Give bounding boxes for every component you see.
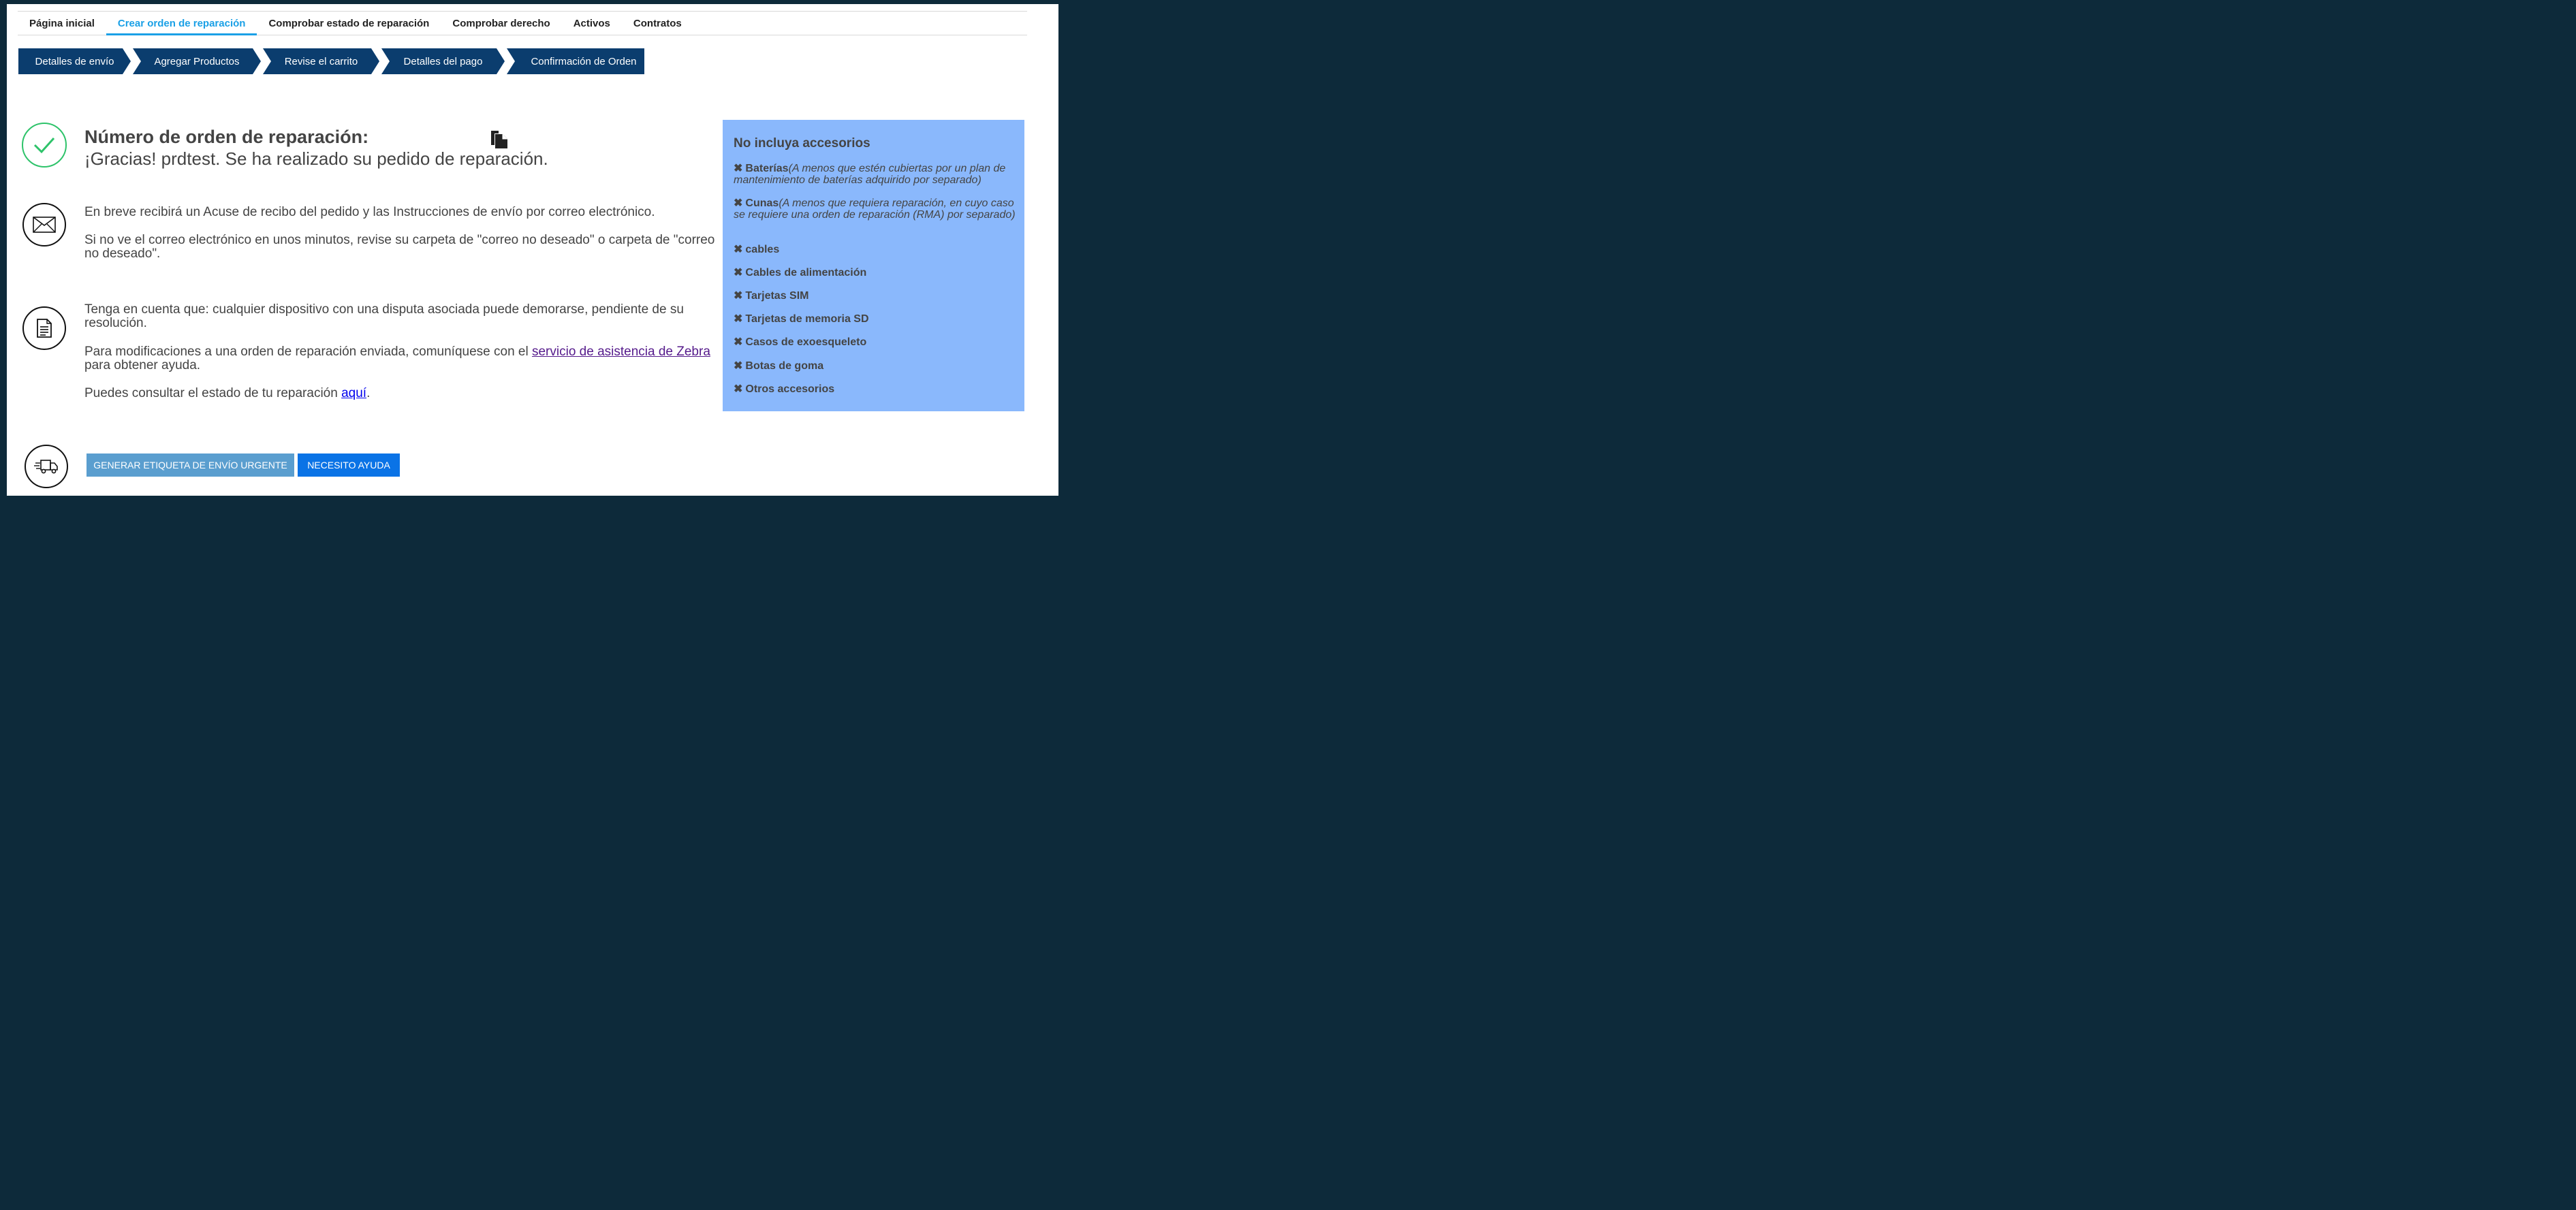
panel-title: No incluya accesorios <box>734 136 870 150</box>
accessory-item: ✖ Tarjetas de memoria SD <box>734 313 1020 325</box>
accessory-label: Cables de alimentación <box>745 267 867 278</box>
modification-note: Para modificaciones a una orden de repar… <box>84 345 711 372</box>
need-help-button[interactable]: NECESITO AYUDA <box>298 453 400 477</box>
status-here-link[interactable]: aquí <box>341 386 366 400</box>
accessory-label: Cunas <box>745 197 779 209</box>
accessories-panel: No incluya accesorios ✖ Baterías(A menos … <box>723 120 1024 411</box>
x-icon: ✖ <box>734 360 743 372</box>
accessory-label: Casos de exoesqueleto <box>745 336 867 348</box>
x-icon: ✖ <box>734 163 743 174</box>
nav-item-assets[interactable]: Activos <box>562 12 622 35</box>
top-nav: Página inicial Crear orden de reparación… <box>18 11 1027 35</box>
nav-item-home[interactable]: Página inicial <box>18 12 106 35</box>
envelope-icon <box>22 203 66 246</box>
status-note: Puedes consultar el estado de tu reparac… <box>84 387 718 400</box>
page-title: Número de orden de reparación: <box>84 127 369 147</box>
x-icon: ✖ <box>734 336 743 348</box>
email-info-text: En breve recibirá un Acuse de recibo del… <box>84 205 655 219</box>
accessory-item: ✖ Cunas(A menos que requiera reparación, … <box>734 197 1020 221</box>
modification-text: Para modificaciones a una orden de repar… <box>84 345 532 359</box>
step-label: Detalles del pago <box>403 55 483 67</box>
status-text-end: . <box>366 386 371 400</box>
dispute-note: Tenga en cuenta que: cualquier dispositi… <box>84 302 684 330</box>
accessory-item: ✖ Cables de alimentación <box>734 267 1020 278</box>
accessory-item: ✖ Botas de goma <box>734 360 1020 372</box>
confirmation-message: ¡Gracias! prdtest. Se ha realizado su pe… <box>84 148 548 169</box>
x-icon: ✖ <box>734 197 743 209</box>
step-payment-details: Detalles del pago <box>381 48 505 74</box>
step-add-products: Agregar Productos <box>133 48 261 74</box>
accessory-label: cables <box>745 244 780 255</box>
document-icon <box>22 306 66 350</box>
x-icon: ✖ <box>734 290 743 302</box>
page-frame: Página inicial Crear orden de reparación… <box>7 4 1058 496</box>
delivery-truck-icon <box>25 445 68 488</box>
step-label: Agregar Productos <box>154 55 240 67</box>
x-icon: ✖ <box>734 267 743 278</box>
accessory-label: Botas de goma <box>745 360 824 372</box>
progress-steps: Detalles de envío Agregar Productos Revi… <box>18 48 646 74</box>
nav-item-check-repair-status[interactable]: Comprobar estado de reparación <box>257 12 441 35</box>
spam-folder-text: Si no ve el correo electrónico en unos m… <box>84 233 715 261</box>
accessory-item: ✖ Otros accesorios <box>734 383 1020 395</box>
accessory-item: ✖ Casos de exoesqueleto <box>734 336 1020 348</box>
status-text: Puedes consultar el estado de tu reparac… <box>84 386 342 400</box>
modification-text-end: para obtener ayuda. <box>84 358 201 372</box>
nav-item-create-repair-order[interactable]: Crear orden de reparación <box>106 12 257 35</box>
nav-item-contracts[interactable]: Contratos <box>622 12 693 35</box>
zebra-support-link[interactable]: servicio de asistencia de Zebra <box>532 345 710 359</box>
step-order-confirmation: Confirmación de Orden <box>507 48 644 74</box>
step-label: Detalles de envío <box>35 55 114 67</box>
x-icon: ✖ <box>734 313 743 325</box>
accessory-label: Tarjetas SIM <box>745 290 809 302</box>
step-label: Confirmación de Orden <box>531 55 637 67</box>
accessory-label: Otros accesorios <box>745 383 835 395</box>
step-shipping-details: Detalles de envío <box>18 48 131 74</box>
nav-item-check-entitlement[interactable]: Comprobar derecho <box>441 12 561 35</box>
accessory-label: Baterías <box>745 163 789 174</box>
copy-icon[interactable] <box>489 127 509 149</box>
accessory-item: ✖ Tarjetas SIM <box>734 290 1020 302</box>
accessory-item: ✖ cables <box>734 244 1020 255</box>
check-icon <box>22 123 67 168</box>
generate-urgent-label-button[interactable]: GENERAR ETIQUETA DE ENVÍO URGENTE <box>87 453 294 477</box>
accessory-label: Tarjetas de memoria SD <box>745 313 869 325</box>
step-review-cart: Revise el carrito <box>263 48 379 74</box>
step-label: Revise el carrito <box>284 55 358 67</box>
x-icon: ✖ <box>734 244 743 255</box>
accessory-item: ✖ Baterías(A menos que estén cubiertas po… <box>734 163 1020 186</box>
x-icon: ✖ <box>734 383 743 395</box>
